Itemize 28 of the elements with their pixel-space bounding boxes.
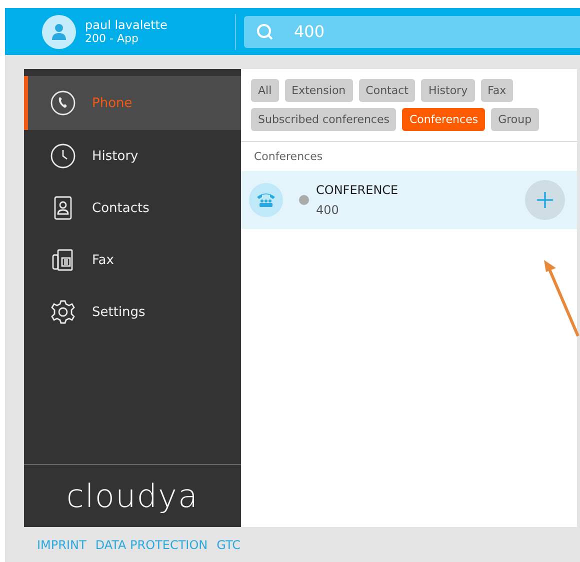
settings-icon [50, 299, 76, 325]
filter-chip[interactable]: History [421, 79, 475, 102]
search-query: 400 [294, 22, 325, 41]
filter-chip[interactable]: Group [491, 108, 539, 131]
filter-chip[interactable]: Contact [358, 79, 416, 102]
conference-name: CONFERENCE [316, 183, 400, 197]
nav-item[interactable]: Contacts [24, 182, 241, 234]
user-extension: 200 - App [85, 32, 140, 45]
phone-icon [50, 90, 76, 116]
filter-chip[interactable]: Conferences [402, 108, 486, 131]
search-icon [256, 22, 274, 40]
result-row[interactable]: CONFERENCE 400 [241, 171, 577, 229]
plus-icon [536, 191, 554, 209]
filter-chip[interactable]: All [251, 79, 279, 102]
clock-icon [50, 143, 76, 169]
filter-chip[interactable]: Extension [284, 79, 353, 102]
nav-item[interactable]: History [24, 130, 241, 182]
filter-chip[interactable]: Subscribed conferences [251, 108, 396, 131]
avatar-icon [42, 14, 76, 48]
conference-phone-icon [249, 183, 283, 217]
section-title: Conferences [253, 149, 324, 165]
conference-number: 400 [316, 203, 340, 217]
nav-item[interactable]: Fax [24, 234, 241, 286]
nav-item[interactable]: Phone [24, 76, 241, 130]
nav-item[interactable]: Settings [24, 286, 241, 338]
add-button[interactable] [525, 180, 565, 220]
filter-chip[interactable]: Fax [480, 79, 514, 102]
user-name: paul lavalette [85, 18, 168, 32]
